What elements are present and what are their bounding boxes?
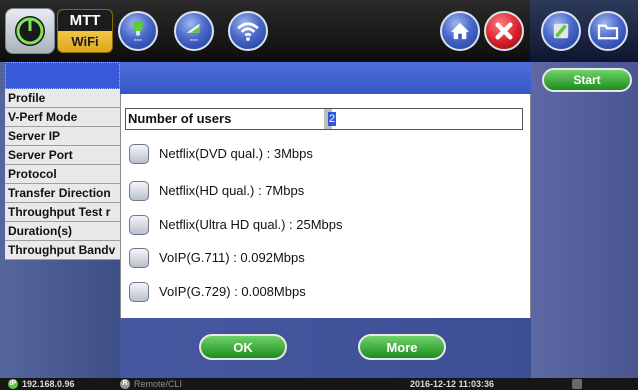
- option-label: VoIP(G.711) : 0.092Mbps: [159, 250, 305, 265]
- main-menu-button[interactable]: [5, 8, 55, 54]
- settings-menu: Profile V-Perf Mode Server IP Server Por…: [0, 62, 120, 378]
- wifi-icon[interactable]: [228, 11, 268, 51]
- action-panel: Start: [531, 62, 638, 378]
- folder-icon[interactable]: [588, 11, 628, 51]
- option-netflix-uhd[interactable]: Netflix(Ultra HD qual.) : 25Mbps: [129, 212, 519, 238]
- option-label: Netflix(DVD qual.) : 3Mbps: [159, 146, 313, 161]
- dialog-button-bar: OK More: [120, 318, 531, 378]
- number-of-users-row: Number of users 2: [125, 108, 523, 130]
- remote-badge: R: [120, 379, 130, 389]
- app-badge-title: MTT: [58, 10, 112, 31]
- number-of-users-value: 2: [328, 112, 336, 126]
- checkbox[interactable]: [129, 282, 149, 302]
- start-button[interactable]: Start: [542, 68, 632, 92]
- status-bar: IP 192.168.0.96 R Remote/CLI 2016-12-12 …: [0, 378, 638, 390]
- remote-status: Remote/CLI: [134, 379, 183, 389]
- menu-item-duration[interactable]: Duration(s): [5, 222, 120, 241]
- option-netflix-hd[interactable]: Netflix(HD qual.) : 7Mbps: [129, 178, 519, 204]
- ip-badge: IP: [8, 379, 18, 389]
- menu-item-profile[interactable]: Profile: [5, 89, 120, 108]
- option-label: Netflix(Ultra HD qual.) : 25Mbps: [159, 217, 343, 232]
- menu-item-throughput-bandwidth[interactable]: Throughput Bandv: [5, 241, 120, 260]
- signal-icon[interactable]: ---: [174, 11, 214, 51]
- option-voip-g729[interactable]: VoIP(G.729) : 0.008Mbps: [129, 279, 519, 305]
- number-of-users-field[interactable]: 2: [324, 109, 522, 129]
- menu-item-transfer-direction[interactable]: Transfer Direction: [5, 184, 120, 203]
- network-icon[interactable]: ---: [118, 11, 158, 51]
- option-voip-g711[interactable]: VoIP(G.711) : 0.092Mbps: [129, 245, 519, 271]
- ok-button[interactable]: OK: [199, 334, 287, 360]
- checkbox[interactable]: [129, 144, 149, 164]
- network-badge: ---: [134, 35, 142, 44]
- menu-item-throughput-test[interactable]: Throughput Test r: [5, 203, 120, 222]
- signal-badge: ---: [190, 35, 198, 44]
- menu-item-server-ip[interactable]: Server IP: [5, 127, 120, 146]
- checkbox[interactable]: [129, 248, 149, 268]
- menu-item-protocol[interactable]: Protocol: [5, 165, 120, 184]
- more-button[interactable]: More: [358, 334, 446, 360]
- checkbox[interactable]: [129, 181, 149, 201]
- users-dialog: Number of users 2 Netflix(DVD qual.) : 3…: [120, 94, 531, 318]
- tools-icon[interactable]: [541, 11, 581, 51]
- menu-item-server-port[interactable]: Server Port: [5, 146, 120, 165]
- power-icon: [15, 16, 45, 46]
- close-icon[interactable]: [484, 11, 524, 51]
- ip-address: 192.168.0.96: [22, 379, 75, 389]
- option-label: Netflix(HD qual.) : 7Mbps: [159, 183, 305, 198]
- utility-toolbar: [530, 0, 638, 62]
- battery-icon: [572, 379, 582, 389]
- option-label: VoIP(G.729) : 0.008Mbps: [159, 284, 306, 299]
- app-badge[interactable]: MTT WiFi: [57, 9, 113, 53]
- datetime: 2016-12-12 11:03:36: [410, 379, 495, 389]
- dialog-header: [120, 62, 531, 94]
- menu-item-selected[interactable]: [5, 62, 120, 89]
- menu-item-vperf-mode[interactable]: V-Perf Mode: [5, 108, 120, 127]
- app-badge-subtitle: WiFi: [71, 34, 99, 49]
- option-netflix-dvd[interactable]: Netflix(DVD qual.) : 3Mbps: [129, 141, 519, 167]
- home-icon[interactable]: [440, 11, 480, 51]
- top-toolbar: MTT WiFi --- ---: [0, 0, 638, 62]
- checkbox[interactable]: [129, 215, 149, 235]
- number-of-users-label: Number of users: [128, 111, 232, 126]
